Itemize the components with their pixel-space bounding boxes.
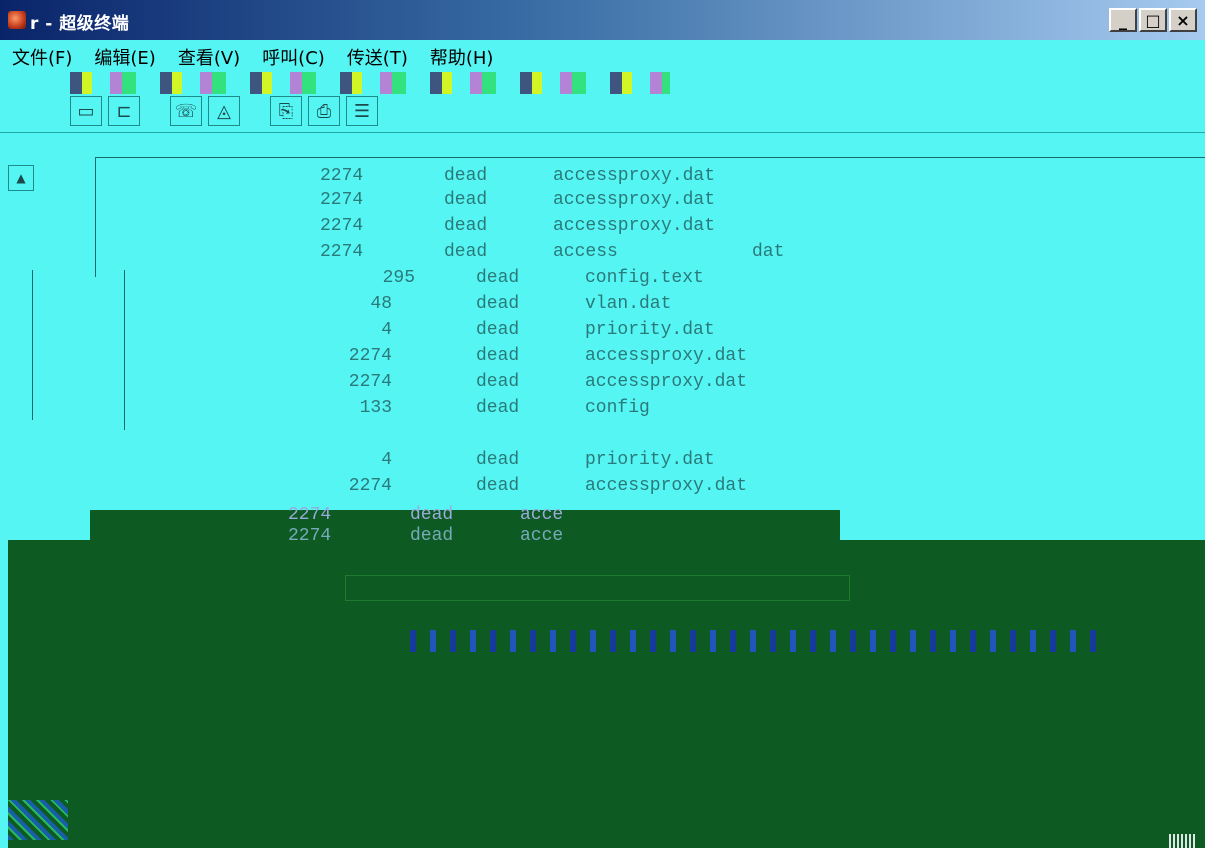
- menu-edit[interactable]: 编辑(E): [94, 44, 155, 70]
- table-row: 2274: [348, 346, 392, 366]
- menu-transfer[interactable]: 传送(T): [347, 44, 408, 70]
- table-row: 295: [382, 268, 415, 288]
- terminal-frame-left: [95, 157, 96, 277]
- table-row: 2274: [320, 216, 364, 236]
- table-row-file: acce: [520, 526, 564, 546]
- table-row: 4: [381, 320, 392, 340]
- table-row-status: dead: [410, 505, 454, 525]
- send-icon[interactable]: ⎘: [270, 96, 302, 126]
- table-row-status: dead: [476, 268, 520, 288]
- table-row: 48: [370, 294, 392, 314]
- table-row-file: accessproxy.dat: [553, 190, 716, 210]
- title-bar: r - 超级终端 _ □ ×: [0, 0, 1205, 40]
- ghost-line-right: [124, 270, 125, 430]
- open-icon[interactable]: ⊏: [108, 96, 140, 126]
- table-row-file: priority.dat: [585, 320, 715, 340]
- table-row-file: accessproxy.dat: [553, 216, 716, 236]
- table-row: 2274: [320, 166, 364, 186]
- disconnect-icon[interactable]: ◬: [208, 96, 240, 126]
- glitch-row: [410, 630, 1100, 652]
- table-row-status: dead: [444, 242, 488, 262]
- table-row-status: dead: [476, 320, 520, 340]
- left-edge: [0, 540, 8, 848]
- call-icon[interactable]: ☏: [170, 96, 202, 126]
- table-row-status: dead: [444, 216, 488, 236]
- minimize-button[interactable]: _: [1109, 8, 1137, 32]
- table-row: 133: [359, 398, 392, 418]
- app-icon: [8, 11, 26, 29]
- table-row-status: dead: [476, 450, 520, 470]
- table-row-file: accessproxy.dat: [585, 346, 748, 366]
- table-row-status: dead: [410, 526, 454, 546]
- glitch-strip: [70, 72, 670, 94]
- table-row-file: vlan.dat: [585, 294, 672, 314]
- table-row: 2274: [288, 505, 332, 525]
- toolbar-divider: [0, 132, 1205, 133]
- scroll-up-button[interactable]: ▲: [8, 165, 34, 191]
- table-row-file: acce: [520, 505, 564, 525]
- menu-view[interactable]: 查看(V): [178, 44, 240, 70]
- table-row: 2274: [348, 372, 392, 392]
- receive-icon[interactable]: ⎙: [308, 96, 340, 126]
- table-row-status: dead: [476, 372, 520, 392]
- new-icon[interactable]: ▭: [70, 96, 102, 126]
- table-row-status: dead: [444, 166, 488, 186]
- resize-grip[interactable]: [1169, 834, 1197, 848]
- menu-bar: 文件(F) 编辑(E) 查看(V) 呼叫(C) 传送(T) 帮助(H): [0, 42, 1205, 72]
- table-row-file: config.text: [585, 268, 704, 288]
- close-button[interactable]: ×: [1169, 8, 1197, 32]
- table-row: 4: [381, 450, 392, 470]
- table-row-file: access: [553, 242, 618, 262]
- status-field: [345, 575, 850, 601]
- table-row: 2274: [320, 242, 364, 262]
- table-row-status: dead: [444, 190, 488, 210]
- table-row: 2274: [348, 476, 392, 496]
- table-row-status: dead: [476, 398, 520, 418]
- table-row-status: dead: [476, 346, 520, 366]
- menu-file[interactable]: 文件(F): [12, 44, 72, 70]
- terminal-frame-top: [95, 157, 1205, 158]
- table-row-file: priority.dat: [585, 450, 715, 470]
- window-controls: _ □ ×: [1109, 8, 1197, 32]
- table-row-file: accessproxy.dat: [585, 372, 748, 392]
- table-row-file: config: [585, 398, 650, 418]
- menu-call[interactable]: 呼叫(C): [262, 44, 325, 70]
- window-title: r - 超级终端: [30, 14, 130, 34]
- glitch-corner: [8, 800, 68, 840]
- table-row-file-suffix: dat: [752, 242, 785, 262]
- table-row-file: accessproxy.dat: [585, 476, 748, 496]
- menu-help[interactable]: 帮助(H): [430, 44, 494, 70]
- properties-icon[interactable]: ☰: [346, 96, 378, 126]
- table-row: 2274: [288, 526, 332, 546]
- table-row: 2274: [320, 190, 364, 210]
- table-row-status: dead: [476, 476, 520, 496]
- toolbar: ▭ ⊏ ☏ ◬ ⎘ ⎙ ☰: [70, 94, 378, 128]
- table-row-status: dead: [476, 294, 520, 314]
- glitch-band: [90, 510, 840, 540]
- table-row-file: accessproxy.dat: [553, 166, 716, 186]
- maximize-button[interactable]: □: [1139, 8, 1167, 32]
- ghost-line-left: [32, 270, 33, 420]
